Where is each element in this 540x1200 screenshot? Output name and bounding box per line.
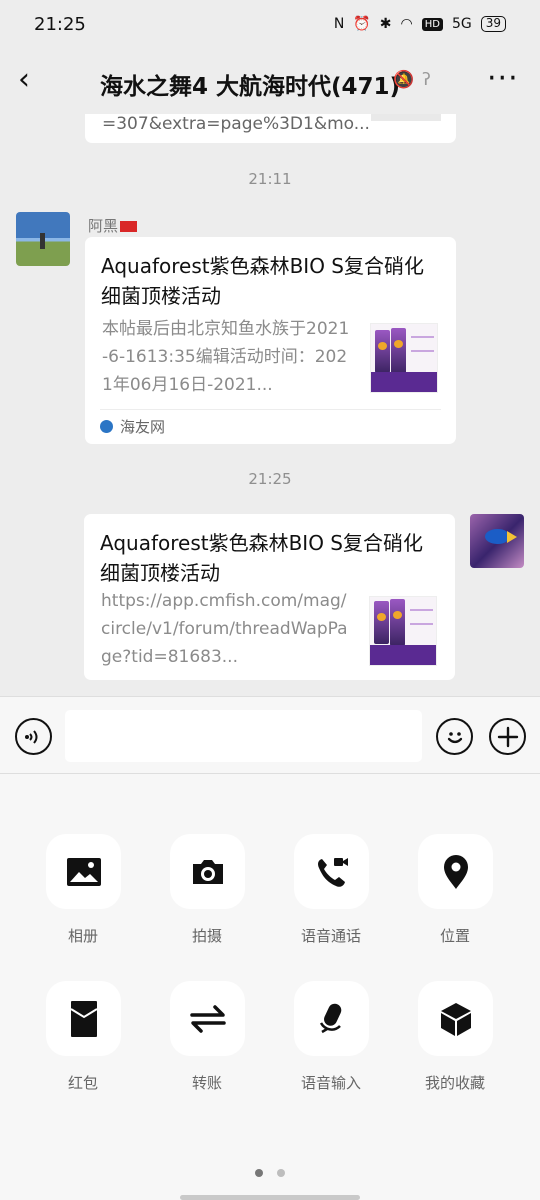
sent-link-card[interactable]: Aquaforest紫色森林BIO S复合硝化细菌顶楼活动 https://ap… <box>84 514 455 680</box>
sent-link-url: https://app.cmfish.com/mag/circle/v1/for… <box>101 591 348 667</box>
home-indicator[interactable] <box>180 1195 360 1200</box>
more-tools-panel: 相册 拍摄 语音通话 位置 红包 转账 语音输入 我的收藏 <box>0 774 540 1200</box>
tool-location[interactable]: 位置 <box>400 834 510 945</box>
tool-icon-box <box>46 981 121 1056</box>
voice-button[interactable] <box>15 718 52 755</box>
tool-label: 语音输入 <box>300 1074 361 1092</box>
mute-icon: 🔕 <box>393 70 423 90</box>
sent-product-thumbnail <box>369 596 437 666</box>
link-card-footer: 海友网 <box>100 409 441 444</box>
status-bar: 21:25 N ⏰ ✱ ◠ HD 5G 39 <box>0 0 540 48</box>
camera-icon <box>192 859 223 884</box>
thumbnail-text-lines <box>410 609 433 625</box>
tool-voice-input[interactable]: 语音输入 <box>276 981 386 1092</box>
red-packet-icon <box>69 1000 98 1037</box>
chat-message-list[interactable]: =307&extra=page%3D1&mo... 21:11 阿黑 Aquaf… <box>0 114 540 696</box>
product-can <box>390 599 405 646</box>
signal-icon: 5G <box>451 16 472 32</box>
link-card-title: Aquaforest紫色森林BIO S复合硝化细菌顶楼活动 <box>101 254 424 308</box>
tool-icon-box <box>170 834 245 909</box>
tool-label: 位置 <box>439 927 470 945</box>
my-avatar[interactable] <box>470 514 524 568</box>
tool-video-call[interactable]: 语音通话 <box>276 834 386 945</box>
tool-transfer[interactable]: 转账 <box>152 981 262 1092</box>
sent-link-title: Aquaforest紫色森林BIO S复合硝化细菌顶楼活动 <box>100 531 423 585</box>
battery-icon: 39 <box>480 16 506 32</box>
status-time: 21:25 <box>34 13 86 35</box>
status-icons: N ⏰ ✱ ◠ HD 5G 39 <box>334 16 506 32</box>
page-dot-active <box>255 1169 263 1177</box>
tool-label: 红包 <box>67 1074 98 1092</box>
location-icon <box>443 854 468 889</box>
site-name: 海友网 <box>120 418 166 436</box>
tool-icon-box <box>46 834 121 909</box>
thumbnail-banner <box>371 372 437 392</box>
previous-link-card[interactable]: =307&extra=page%3D1&mo... <box>85 114 456 143</box>
message-input[interactable] <box>65 710 422 762</box>
tool-album[interactable]: 相册 <box>28 834 138 945</box>
back-icon[interactable]: ‹ <box>18 65 48 96</box>
sender-name: 阿黑 <box>88 215 138 236</box>
fish-icon <box>485 529 517 544</box>
favorites-icon <box>440 1002 471 1036</box>
voice-icon <box>24 729 37 744</box>
tool-icon-box <box>294 834 369 909</box>
product-can <box>374 601 389 644</box>
tool-favorites[interactable]: 我的收藏 <box>400 981 510 1092</box>
wifi-icon: ◠ <box>400 16 413 32</box>
tool-label: 拍摄 <box>191 927 222 945</box>
tool-icon-box <box>170 981 245 1056</box>
tool-label: 我的收藏 <box>424 1074 485 1092</box>
hd-icon: HD <box>421 17 443 31</box>
tool-label: 语音通话 <box>300 927 361 945</box>
tool-icon-box <box>418 834 493 909</box>
thumbnail-text-lines <box>411 336 434 352</box>
previous-link-thumbnail <box>371 114 441 121</box>
tool-icon-box <box>418 981 493 1056</box>
product-can <box>375 330 390 373</box>
tool-label: 相册 <box>67 927 98 945</box>
message-time: 21:11 <box>248 170 292 188</box>
transfer-icon <box>189 1004 226 1033</box>
previous-link-text: =307&extra=page%3D1&mo... <box>102 114 370 134</box>
header-status-icons: 🔕ʔ <box>393 70 439 90</box>
page-dot <box>277 1169 285 1177</box>
chat-header: ‹ 海水之舞4 大航海时代(471) 🔕ʔ ··· <box>0 48 540 114</box>
message-input-bar <box>0 696 540 774</box>
message-time: 21:25 <box>248 470 292 488</box>
tool-red-packet[interactable]: 红包 <box>28 981 138 1092</box>
more-options-button[interactable]: ··· <box>487 61 519 96</box>
chat-title: 海水之舞4 大航海时代(471) <box>100 74 401 100</box>
tool-icon-box <box>294 981 369 1056</box>
thumbnail-banner <box>370 645 436 665</box>
flag-icon <box>120 221 138 232</box>
nfc-icon: N <box>333 16 345 32</box>
bluetooth-icon: ✱ <box>379 16 392 32</box>
product-thumbnail <box>370 323 438 393</box>
product-can <box>391 328 406 375</box>
emoji-button[interactable] <box>436 718 473 755</box>
tool-label: 转账 <box>191 1074 222 1092</box>
link-card-description: 本帖最后由北京知鱼水族于2021-6-1613:35编辑活动时间：2021年06… <box>102 319 350 395</box>
voice-input-icon <box>319 1003 341 1033</box>
video-call-icon <box>317 857 348 887</box>
page-indicator <box>255 1169 289 1179</box>
sender-avatar[interactable] <box>16 212 70 266</box>
plus-icon <box>497 726 518 747</box>
ear-icon: ʔ <box>422 70 439 90</box>
site-icon <box>100 420 113 433</box>
link-card[interactable]: Aquaforest紫色森林BIO S复合硝化细菌顶楼活动 本帖最后由北京知鱼水… <box>85 237 456 444</box>
alarm-icon: ⏰ <box>353 16 371 32</box>
tool-camera[interactable]: 拍摄 <box>152 834 262 945</box>
photo-album-icon <box>66 857 101 886</box>
emoji-icon <box>447 731 462 743</box>
add-more-button[interactable] <box>489 718 526 755</box>
